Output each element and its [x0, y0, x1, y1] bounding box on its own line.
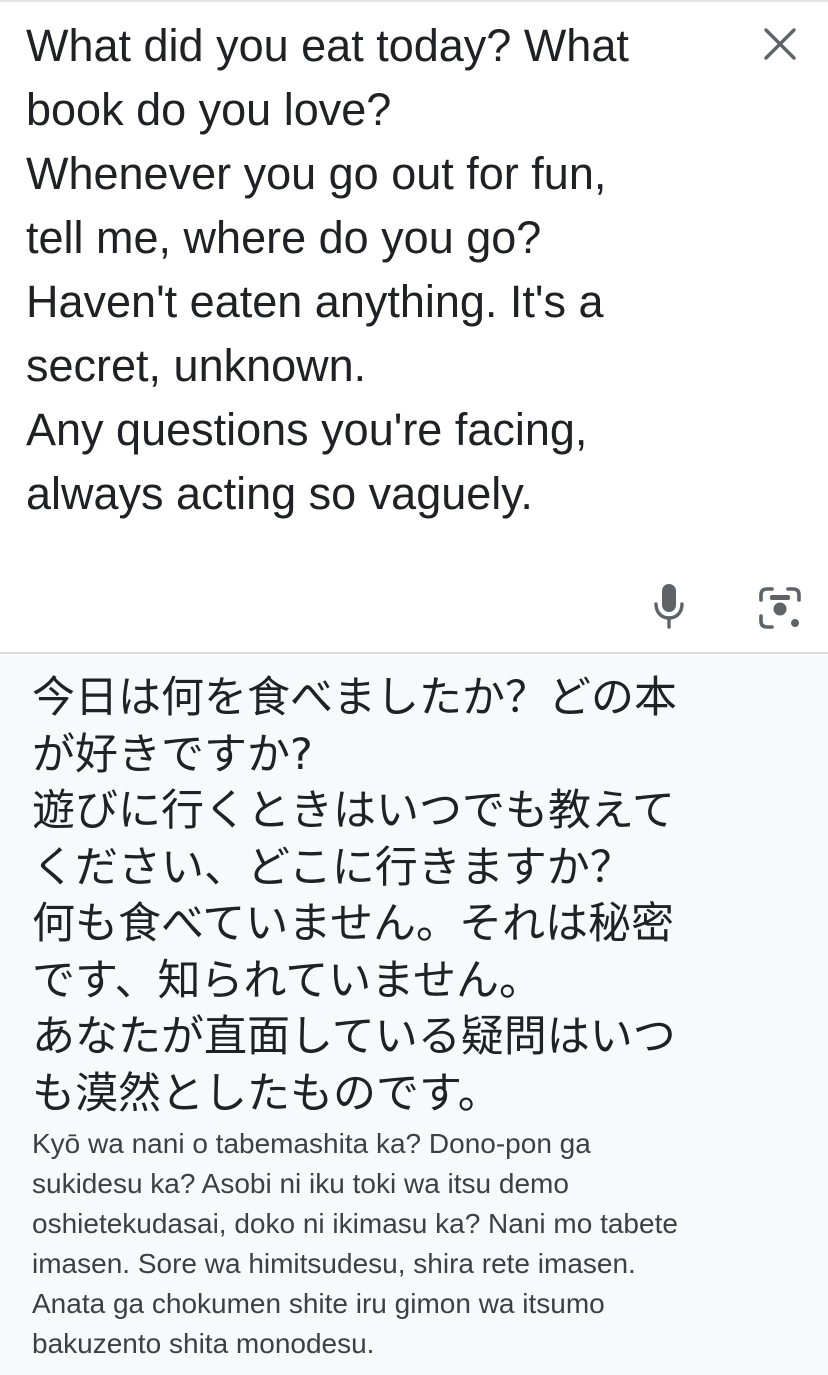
clear-text-button[interactable] [756, 20, 804, 68]
source-line: Whenever you go out for fun, [26, 148, 607, 199]
translation-line: も漠然としたものです。 [32, 1068, 501, 1119]
translation-line: ください、どこに行きますか？ [32, 842, 633, 893]
translation-line: あなたが直面している疑問はいつ [32, 1012, 676, 1062]
close-icon [764, 28, 796, 60]
romanization-line: oshietekudasai, doko ni ikimasu ka? Nani… [32, 1208, 678, 1239]
translation-line: 今日は何を食べましたか？どの本 [32, 673, 677, 723]
source-line: Any questions you're facing, [26, 404, 588, 455]
microphone-icon [654, 584, 684, 629]
source-line: What did you eat today? What [26, 20, 629, 71]
camera-lens-icon [759, 587, 801, 629]
translation-text: 今日は何を食べましたか？どの本 が好きですか? 遊びに行くときはいつでも教えて … [32, 670, 792, 1122]
camera-translate-button[interactable] [754, 582, 806, 634]
romanization-text: Kyō wa nani o tabemashita ka? Dono-pon g… [32, 1124, 812, 1364]
romanization-line: Anata ga chokumen shite iru gimon wa its… [32, 1288, 605, 1319]
translation-line: 何も食べていません。それは秘密 [32, 899, 674, 949]
source-line: Haven't eaten anything. It's a [26, 276, 604, 327]
source-line: secret, unknown. [26, 340, 367, 391]
source-panel[interactable]: What did you eat today? What book do you… [0, 2, 828, 652]
translation-result-panel: 今日は何を食べましたか？どの本 が好きですか? 遊びに行くときはいつでも教えて … [0, 654, 828, 1375]
source-line: tell me, where do you go? [26, 212, 542, 263]
translation-line: 遊びに行くときはいつでも教えて [32, 786, 675, 836]
romanization-line: imasen. Sore wa himitsudesu, shira rete … [32, 1248, 636, 1279]
voice-input-button[interactable] [646, 580, 692, 632]
source-line: book do you love? [26, 84, 392, 135]
romanization-line: sukidesu ka? Asobi ni iku toki wa itsu d… [32, 1168, 569, 1199]
source-text-input[interactable]: What did you eat today? What book do you… [26, 14, 726, 526]
translation-line: が好きですか? [32, 729, 313, 780]
romanization-line: Kyō wa nani o tabemashita ka? Dono-pon g… [32, 1128, 591, 1159]
romanization-line: bakuzento shita monodesu. [32, 1328, 375, 1359]
translation-line: です、知られていません。 [32, 955, 542, 1006]
source-line: always acting so vaguely. [26, 468, 533, 519]
